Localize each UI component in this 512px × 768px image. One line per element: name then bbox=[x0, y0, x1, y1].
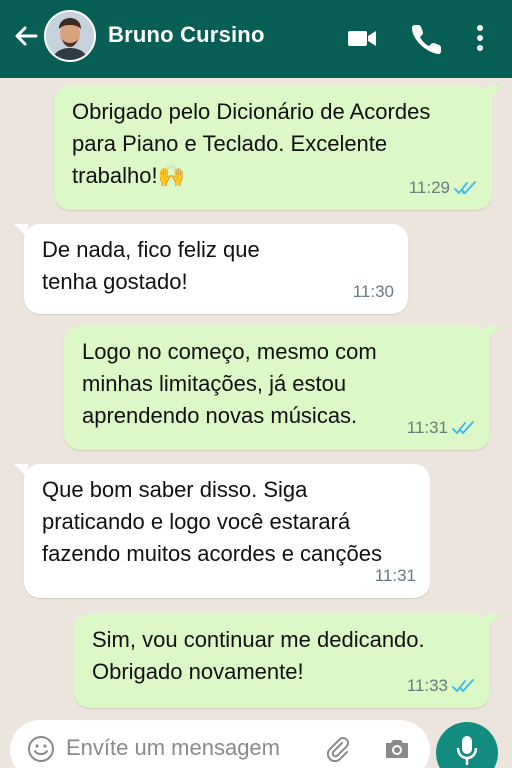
message-time: 11:31 bbox=[374, 566, 416, 585]
avatar[interactable] bbox=[44, 10, 96, 62]
mic-button[interactable] bbox=[436, 722, 498, 768]
message-bubble-incoming[interactable]: De nada, fico feliz que tenha gostado! 1… bbox=[14, 224, 408, 314]
phone-call-icon[interactable] bbox=[410, 22, 442, 54]
chat-area[interactable]: Obrigado pelo Dicionário de Acordes para… bbox=[0, 78, 512, 708]
message-input[interactable] bbox=[66, 732, 316, 764]
message-bubble-outgoing[interactable]: Sim, vou continuar me dedicando. Obrigad… bbox=[74, 614, 500, 708]
chat-header: Bruno Cursino bbox=[0, 0, 512, 78]
message-meta: 11:29 bbox=[409, 172, 478, 204]
message-meta: 11:31 bbox=[407, 412, 476, 444]
message-bubble-outgoing[interactable]: Logo no começo, mesmo com minhas limitaç… bbox=[64, 326, 500, 450]
message-bubble-incoming[interactable]: Que bom saber disso. Siga praticando e l… bbox=[14, 464, 430, 598]
message-text: De nada, fico feliz que tenha gostado! bbox=[42, 237, 260, 294]
message-text: Que bom saber disso. Siga praticando e l… bbox=[42, 477, 382, 566]
message-time: 11:29 bbox=[408, 178, 450, 197]
read-ticks-icon bbox=[454, 181, 476, 195]
more-options-icon[interactable] bbox=[464, 22, 496, 54]
microphone-icon bbox=[456, 736, 478, 765]
video-call-icon[interactable] bbox=[346, 22, 378, 54]
message-meta: 11:30 bbox=[353, 276, 394, 308]
contact-name[interactable]: Bruno Cursino bbox=[108, 22, 265, 48]
message-time: 11:33 bbox=[406, 676, 448, 695]
back-arrow-icon[interactable] bbox=[12, 22, 40, 50]
message-time: 11:30 bbox=[352, 282, 394, 301]
message-meta: 11:33 bbox=[407, 670, 476, 702]
composer-bar bbox=[0, 706, 512, 768]
emoji-icon[interactable] bbox=[26, 734, 56, 764]
read-ticks-icon bbox=[452, 421, 474, 435]
attach-icon[interactable] bbox=[322, 734, 352, 764]
message-meta: 11:31 bbox=[375, 560, 416, 592]
message-bubble-outgoing[interactable]: Obrigado pelo Dicionário de Acordes para… bbox=[54, 86, 502, 210]
composer-pill bbox=[10, 720, 430, 768]
camera-icon[interactable] bbox=[382, 734, 412, 764]
message-time: 11:31 bbox=[406, 418, 448, 437]
read-ticks-icon bbox=[452, 679, 474, 693]
